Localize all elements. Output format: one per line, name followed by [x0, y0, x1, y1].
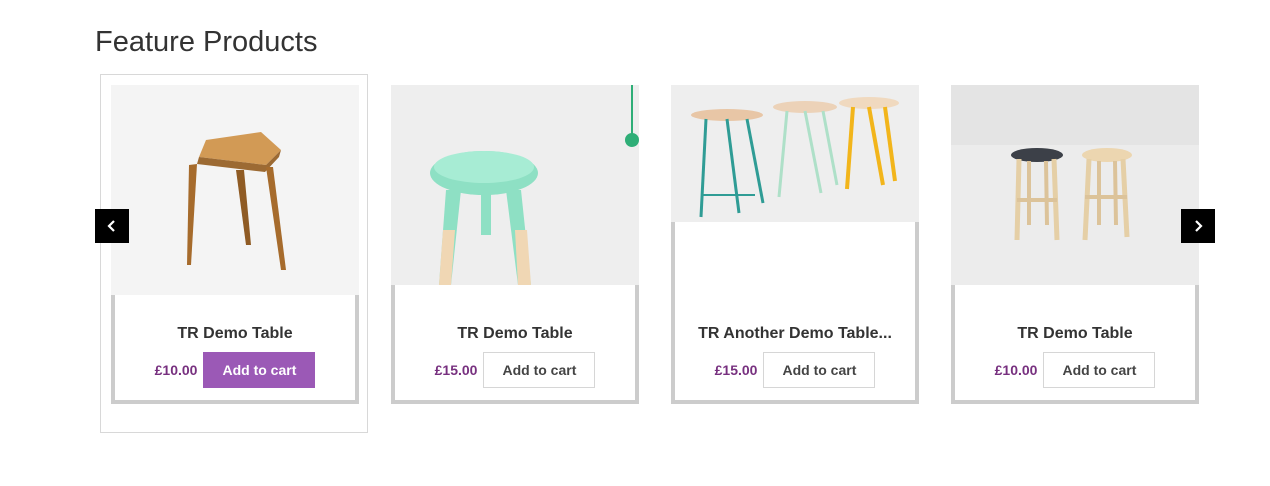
product-card[interactable]: TR Demo Table £10.00 Add to cart	[951, 85, 1199, 404]
product-price: £15.00	[434, 362, 478, 378]
section-title: Feature Products	[95, 26, 318, 58]
chevron-right-icon	[1195, 220, 1203, 232]
product-image[interactable]	[951, 85, 1199, 285]
carousel-next-button[interactable]	[1181, 209, 1215, 243]
product-card[interactable]: TR Demo Table £10.00 Add to cart	[111, 85, 359, 404]
product-price: £10.00	[154, 362, 198, 378]
add-to-cart-button[interactable]: Add to cart	[1043, 352, 1156, 388]
product-title[interactable]: TR Demo Table	[111, 324, 359, 344]
add-to-cart-button[interactable]: Add to cart	[203, 352, 316, 388]
product-price: £15.00	[714, 362, 758, 378]
product-actions: £10.00 Add to cart	[111, 352, 359, 388]
carousel-prev-button[interactable]	[95, 209, 129, 243]
product-actions: £10.00 Add to cart	[951, 352, 1199, 388]
product-card[interactable]: TR Another Demo Table... £15.00 Add to c…	[671, 85, 919, 404]
chevron-left-icon	[107, 220, 115, 232]
product-image[interactable]	[391, 85, 639, 285]
product-image[interactable]	[671, 85, 919, 222]
product-actions: £15.00 Add to cart	[671, 352, 919, 388]
product-image[interactable]	[111, 85, 359, 295]
feature-products-section: Feature Products TR Demo Table £10.00 Ad…	[0, 0, 1270, 486]
add-to-cart-button[interactable]: Add to cart	[763, 352, 876, 388]
product-title[interactable]: TR Demo Table	[391, 324, 639, 344]
add-to-cart-button[interactable]: Add to cart	[483, 352, 596, 388]
product-actions: £15.00 Add to cart	[391, 352, 639, 388]
product-title[interactable]: TR Demo Table	[951, 324, 1199, 344]
product-price: £10.00	[994, 362, 1038, 378]
product-card[interactable]: TR Demo Table £15.00 Add to cart	[391, 85, 639, 404]
product-title[interactable]: TR Another Demo Table...	[671, 324, 919, 344]
